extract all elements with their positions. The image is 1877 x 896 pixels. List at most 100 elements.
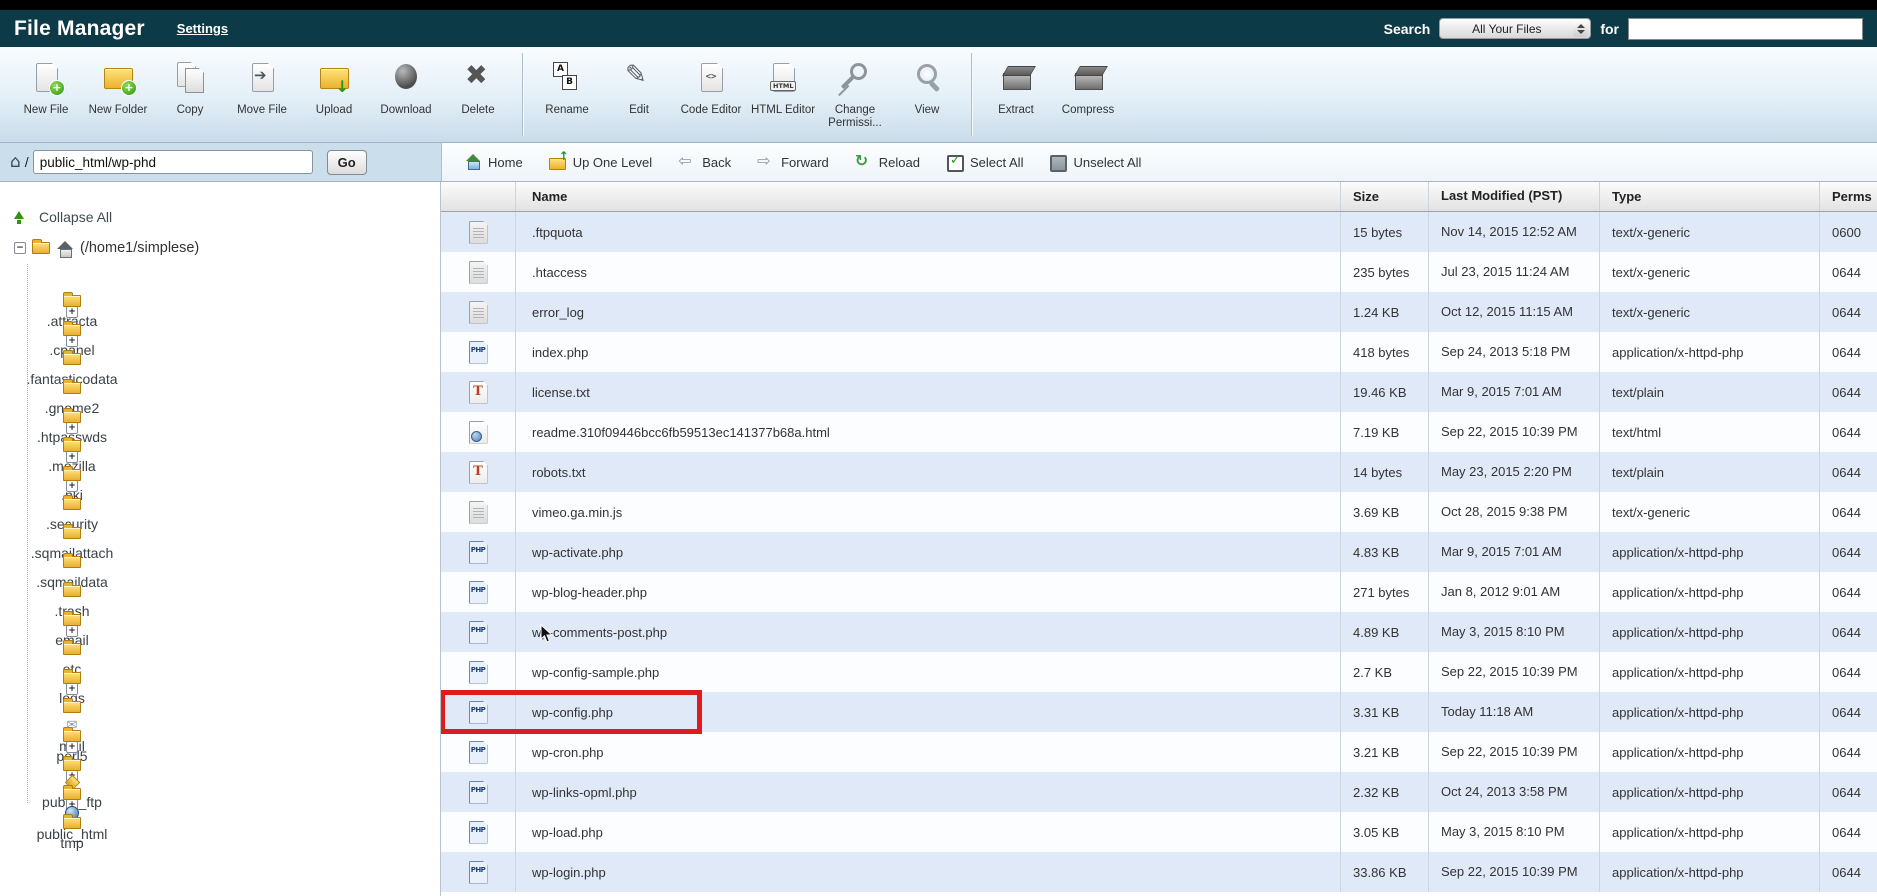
tree-expander-icon[interactable]: + — [66, 683, 78, 695]
column-header-perms[interactable]: Perms — [1820, 182, 1877, 211]
file-perms: 0644 — [1832, 624, 1861, 640]
move-icon — [245, 60, 279, 94]
tree-expander-icon[interactable]: + — [66, 306, 78, 318]
file-row-robots-txt[interactable]: robots.txt 14 bytes May 23, 2015 2:20 PM… — [441, 452, 1877, 492]
file-row-wp-blog-header-php[interactable]: wp-blog-header.php 271 bytes Jan 8, 2012… — [441, 572, 1877, 612]
path-navigation-row: ⌂ / Go Home Up One Level Back Forward Re… — [0, 143, 1877, 182]
file-row-wp-comments-post-php[interactable]: wp-comments-post.php 4.89 KB May 3, 2015… — [441, 612, 1877, 652]
folder-icon — [63, 553, 81, 568]
toolbar-item-label: Upload — [315, 104, 353, 116]
tree-root-home[interactable]: − (/home1/simplese) — [14, 232, 366, 264]
toolbar-html-editor-button[interactable]: HTML Editor — [747, 47, 819, 116]
search-scope-select[interactable]: All Your Files — [1439, 18, 1592, 39]
toolbar-edit-button[interactable]: Edit — [603, 47, 675, 116]
toolbar-view-button[interactable]: View — [891, 47, 963, 116]
upload-icon — [317, 60, 351, 95]
toolbar-change-perms-button[interactable]: Change Permissi... — [819, 47, 891, 129]
file-perms: 0644 — [1832, 384, 1861, 400]
toolbar-copy-button[interactable]: Copy — [154, 47, 226, 116]
column-header-size[interactable]: Size — [1341, 182, 1429, 211]
collapse-all[interactable]: Collapse All — [14, 202, 366, 232]
file-perms: 0644 — [1832, 544, 1861, 560]
tree-expander-icon[interactable]: + — [66, 480, 78, 492]
toolbar-delete-button[interactable]: Delete — [442, 47, 514, 116]
file-modified: Oct 12, 2015 11:15 AM — [1429, 292, 1600, 332]
nav-up-one-level[interactable]: Up One Level — [548, 150, 652, 170]
column-header-type[interactable]: Type — [1600, 182, 1820, 211]
file-row-license-txt[interactable]: license.txt 19.46 KB Mar 9, 2015 7:01 AM… — [441, 372, 1877, 412]
tree-item-label: tmp — [60, 835, 84, 851]
nav-item-label: Reload — [878, 154, 920, 170]
folder-icon — [63, 408, 81, 423]
tree-expander-icon[interactable]: + — [66, 625, 78, 637]
file-row-vimeo-ga-min-js[interactable]: vimeo.ga.min.js 3.69 KB Oct 28, 2015 9:3… — [441, 492, 1877, 532]
nav-forward[interactable]: Forward — [757, 152, 829, 170]
file-row-wp-activate-php[interactable]: wp-activate.php 4.83 KB Mar 9, 2015 7:01… — [441, 532, 1877, 572]
search-scope-value: All Your Files — [1472, 21, 1542, 36]
toolbar-download-button[interactable]: Download — [370, 47, 442, 116]
column-header-name[interactable]: Name — [516, 182, 1341, 211]
file-mime-type: text/x-generic — [1600, 252, 1820, 292]
reload-icon — [855, 152, 873, 170]
up-icon — [548, 150, 569, 170]
file-row-wp-login-php[interactable]: wp-login.php 33.86 KB Sep 22, 2015 10:39… — [441, 852, 1877, 892]
search-input[interactable] — [1628, 17, 1863, 40]
toolbar-item-label: Extract — [998, 104, 1034, 116]
tree-expander-icon[interactable]: + — [66, 422, 78, 434]
file-row-wp-load-php[interactable]: wp-load.php 3.05 KB May 3, 2015 8:10 PM … — [441, 812, 1877, 852]
app-title: File Manager — [14, 16, 145, 40]
tree-root-label: (/home1/simplese) — [80, 240, 200, 256]
toolbar-upload-button[interactable]: Upload — [298, 47, 370, 116]
path-home-icon[interactable]: ⌂ — [10, 153, 21, 171]
file-row-readme-310f09446bcc6fb59513ec141377b68a-html[interactable]: readme.310f09446bcc6fb59513ec141377b68a.… — [441, 412, 1877, 452]
go-button[interactable]: Go — [326, 149, 367, 175]
file-mime-type: application/x-httpd-php — [1600, 812, 1820, 852]
toolbar-new-folder-button[interactable]: New Folder — [82, 47, 154, 116]
tree-item-attracta[interactable]: .attracta — [36, 264, 108, 329]
toolbar-move-button[interactable]: Move File — [226, 47, 298, 116]
tree-root-expander[interactable]: − — [14, 242, 26, 254]
file-row-htaccess[interactable]: .htaccess 235 bytes Jul 23, 2015 11:24 A… — [441, 252, 1877, 292]
settings-link[interactable]: Settings — [177, 21, 228, 36]
file-row-ftpquota[interactable]: .ftpquota 15 bytes Nov 14, 2015 12:52 AM… — [441, 212, 1877, 252]
path-input[interactable] — [32, 150, 313, 174]
file-row-index-php[interactable]: index.php 418 bytes Sep 24, 2013 5:18 PM… — [441, 332, 1877, 372]
file-modified: Sep 24, 2013 5:18 PM — [1429, 332, 1600, 372]
toolbar-compress-button[interactable]: Compress — [1052, 47, 1124, 116]
file-type-icon — [469, 821, 488, 844]
toolbar-item-label: Code Editor — [680, 104, 742, 116]
file-size: 235 bytes — [1341, 252, 1429, 292]
folder-icon — [63, 611, 81, 626]
toolbar-rename-button[interactable]: Rename — [531, 47, 603, 116]
toolbar-new-file-button[interactable]: New File — [10, 47, 82, 116]
file-type-icon — [469, 261, 488, 284]
file-row-error-log[interactable]: error_log 1.24 KB Oct 12, 2015 11:15 AM … — [441, 292, 1877, 332]
file-size: 4.83 KB — [1341, 532, 1429, 572]
toolbar-item-label: Download — [380, 104, 432, 116]
file-row-wp-cron-php[interactable]: wp-cron.php 3.21 KB Sep 22, 2015 10:39 P… — [441, 732, 1877, 772]
file-size: 418 bytes — [1341, 332, 1429, 372]
folder-icon — [63, 669, 81, 684]
nav-select-all[interactable]: Select All — [946, 153, 1023, 172]
folder-icon — [63, 640, 81, 655]
file-type-icon — [469, 461, 488, 484]
toolbar-extract-button[interactable]: Extract — [980, 47, 1052, 116]
nav-home[interactable]: Home — [464, 154, 523, 170]
for-label: for — [1600, 20, 1619, 37]
file-row-wp-links-opml-php[interactable]: wp-links-opml.php 2.32 KB Oct 24, 2013 3… — [441, 772, 1877, 812]
tree-expander-icon[interactable]: + — [66, 335, 78, 347]
nav-back[interactable]: Back — [678, 152, 731, 170]
column-header-modified[interactable]: Last Modified (PST) — [1429, 182, 1600, 211]
file-row-wp-config-sample-php[interactable]: wp-config-sample.php 2.7 KB Sep 22, 2015… — [441, 652, 1877, 692]
file-perms: 0644 — [1832, 744, 1861, 760]
nav-reload[interactable]: Reload — [855, 152, 920, 170]
file-modified: Today 11:18 AM — [1429, 692, 1600, 732]
nav-unselect-all[interactable]: Unselect All — [1049, 154, 1141, 172]
toolbar-code-editor-button[interactable]: Code Editor — [675, 47, 747, 116]
tree-expander-icon[interactable]: + — [66, 741, 78, 753]
tree-expander-icon[interactable]: + — [66, 451, 78, 463]
file-row-wp-config-php[interactable]: wp-config.php 3.31 KB Today 11:18 AM app… — [441, 690, 1877, 734]
file-modified: Sep 22, 2015 10:39 PM — [1429, 412, 1600, 452]
toolbar-item-label: Rename — [545, 104, 589, 116]
change-perms-icon — [838, 60, 872, 94]
